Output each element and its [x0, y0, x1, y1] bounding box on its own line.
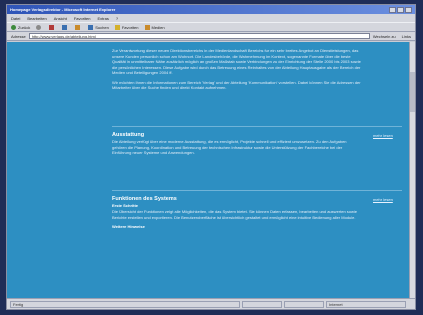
links-button[interactable]: Links: [402, 34, 411, 39]
stop-button[interactable]: [49, 24, 56, 30]
section-equipment-more-link[interactable]: mehr lesen: [373, 133, 393, 138]
section-functions-text: Die Übersicht der Funktionen zeigt alle …: [112, 209, 358, 220]
status-bar: Fertig Internet: [7, 298, 415, 309]
section-equipment-heading: Ausstattung: [112, 132, 145, 138]
section-functions: Funktionen des Systems Erste Schritte Di…: [112, 196, 362, 230]
stop-icon: [49, 24, 55, 30]
media-label: Medien: [151, 24, 165, 30]
scrollbar-thumb[interactable]: [410, 72, 415, 112]
refresh-icon: [62, 24, 68, 30]
section-functions-heading: Funktionen des Systems: [112, 196, 177, 202]
status-text: Fertig: [10, 300, 240, 308]
section-equipment-text: Die Abteilung verfügt über eine moderne …: [112, 139, 347, 155]
toolbar: Zurück Suchen Favoriten Medien: [7, 22, 415, 32]
browser-window: Homepage Verlagsdirektor - Microsoft Int…: [6, 4, 416, 310]
vertical-scrollbar[interactable]: [409, 42, 415, 300]
search-button[interactable]: Suchen: [88, 24, 109, 30]
close-button[interactable]: [405, 6, 412, 13]
home-button[interactable]: [75, 24, 82, 30]
address-bar: Adresse http://www.verlags.de/abteilung.…: [7, 32, 415, 41]
search-icon: [88, 24, 94, 30]
intro-paragraph-2: Wir möchten Ihnen die Informationen zum …: [112, 79, 361, 91]
address-input[interactable]: http://www.verlags.de/abteilung.html: [28, 33, 370, 39]
status-cell-empty: [242, 300, 282, 308]
search-label: Suchen: [95, 24, 109, 30]
forward-button[interactable]: [36, 24, 43, 30]
intro-block: Zur Verantwortung dieser neuen Direktion…: [112, 48, 362, 91]
menu-item-view[interactable]: Ansicht: [54, 16, 67, 21]
address-label: Adresse: [11, 33, 26, 39]
media-button[interactable]: Medien: [144, 24, 165, 30]
section-functions-subheading: Erste Schritte: [112, 203, 139, 208]
menu-bar: Datei Bearbeiten Ansicht Favoriten Extra…: [7, 14, 415, 22]
favorites-label: Favoriten: [121, 24, 139, 30]
home-icon: [75, 24, 81, 30]
back-button[interactable]: Zurück: [11, 24, 31, 30]
media-icon: [144, 24, 150, 30]
menu-item-tools[interactable]: Extras: [98, 16, 109, 21]
intro-paragraph-1: Zur Verantwortung dieser neuen Direktion…: [112, 48, 361, 75]
section-divider: [112, 126, 402, 127]
minimize-button[interactable]: [389, 6, 396, 13]
forward-arrow-icon: [36, 24, 42, 30]
go-button[interactable]: Wechseln zu: [373, 34, 396, 39]
menu-item-help[interactable]: ?: [116, 16, 118, 21]
status-zone: Internet: [326, 300, 406, 308]
star-icon: [114, 24, 120, 30]
section-divider-2: [112, 190, 402, 191]
back-label: Zurück: [18, 24, 31, 30]
section-functions-more-link[interactable]: mehr lesen: [373, 197, 393, 202]
refresh-button[interactable]: [62, 24, 69, 30]
window-title: Homepage Verlagsdirektor - Microsoft Int…: [10, 7, 116, 12]
section-equipment: Ausstattung Die Abteilung verfügt über e…: [112, 132, 362, 156]
favorites-button[interactable]: Favoriten: [114, 24, 139, 30]
title-bar: Homepage Verlagsdirektor - Microsoft Int…: [7, 5, 415, 14]
page-content: Zur Verantwortung dieser neuen Direktion…: [7, 42, 411, 300]
menu-item-edit[interactable]: Bearbeiten: [27, 16, 46, 21]
status-cell-empty-2: [284, 300, 324, 308]
section-functions-footer: Weitere Hinweise: [112, 224, 145, 229]
menu-item-file[interactable]: Datei: [11, 16, 20, 21]
menu-item-favorites[interactable]: Favoriten: [74, 16, 91, 21]
maximize-button[interactable]: [397, 6, 404, 13]
back-arrow-icon: [11, 24, 16, 30]
